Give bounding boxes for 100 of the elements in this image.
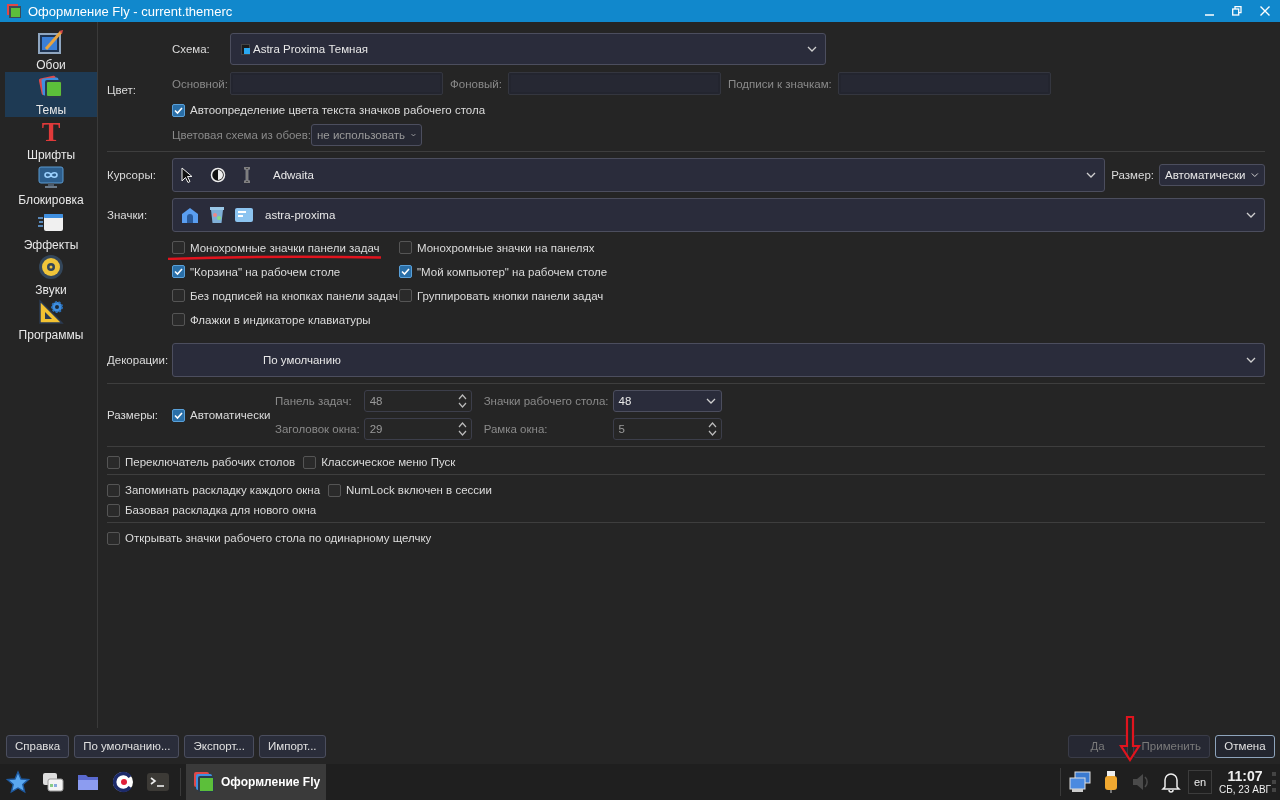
- checkbox-label: Монохромные значки панели задач: [190, 241, 380, 254]
- usb-drive-icon: [1104, 770, 1118, 794]
- checkbox[interactable]: [172, 313, 185, 326]
- field-label: Декорации:: [107, 354, 170, 366]
- terminal-icon: [145, 770, 170, 794]
- checkbox-label: Автоопределение цвета текста значков рабочего стола: [190, 104, 486, 116]
- field-label: Рамка окна:: [482, 423, 549, 435]
- sidebar-item[interactable]: Программы: [5, 297, 97, 342]
- arrow-cursor-icon: [181, 167, 193, 183]
- checkbox[interactable]: [399, 265, 412, 278]
- checkbox[interactable]: [172, 265, 185, 278]
- field-label: Заголовок окна:: [275, 423, 360, 435]
- window-title: Оформление Fly - current.themerc: [28, 3, 233, 19]
- field-label: Схема:: [172, 43, 211, 55]
- grip-icon: [1272, 770, 1276, 794]
- checkbox[interactable]: [328, 483, 342, 497]
- language-indicator[interactable]: en: [1188, 770, 1212, 794]
- chevron-down-icon: [411, 132, 416, 138]
- sidebar-item[interactable]: Темы: [5, 72, 97, 117]
- field-label: Курсоры:: [107, 169, 157, 181]
- chevron-down-icon: [1086, 172, 1097, 178]
- checkbox[interactable]: [107, 531, 120, 545]
- dialog-button[interactable]: По умолчанию...: [74, 734, 180, 758]
- dialog-button[interactable]: Импорт...: [259, 734, 326, 758]
- checkbox[interactable]: [172, 408, 185, 422]
- windows-icon: [40, 770, 65, 794]
- checkbox-label: Открывать значки рабочего стола по одинарному щелчку: [125, 532, 432, 544]
- checkbox-label: Группировать кнопки панели задач: [417, 289, 604, 302]
- checkbox-label: "Корзина" на рабочем столе: [190, 265, 341, 278]
- trash-icon: [209, 206, 225, 224]
- dialog-button[interactable]: Экспорт...: [184, 734, 254, 758]
- dialog-button[interactable]: Отмена: [1215, 734, 1275, 758]
- chevron-down-icon: [1246, 212, 1256, 218]
- field-label: Значки рабочего стола:: [482, 395, 609, 407]
- star-icon: [5, 770, 30, 794]
- dropdown[interactable]: 48: [612, 390, 722, 412]
- up-down-arrows-icon: [457, 421, 467, 437]
- ruler-gear-icon: [37, 297, 65, 326]
- busy-cursor-icon: [210, 167, 226, 183]
- checkbox[interactable]: [107, 483, 120, 497]
- dropdown[interactable]: По умолчанию: [172, 343, 1265, 377]
- sidebar-item[interactable]: Эффекты: [5, 207, 97, 252]
- bell-icon: [1161, 771, 1181, 793]
- checkbox-label: Базовая раскладка для нового окна: [125, 504, 317, 516]
- checkbox-label: "Мой компьютер" на рабочем столе: [417, 265, 608, 278]
- checkbox-label: Флажки в индикаторе клавиатуры: [190, 313, 371, 326]
- checkbox[interactable]: [172, 241, 185, 254]
- checkbox-label: NumLock включен в сессии: [346, 484, 492, 496]
- dropdown[interactable]: Автоматически: [1159, 164, 1265, 186]
- chevron-down-icon: [1251, 172, 1259, 178]
- field-label: Панель задач:: [275, 395, 353, 407]
- text-cursor-icon: [243, 167, 251, 183]
- dropdown[interactable]: Adwaita: [172, 158, 1106, 192]
- checkbox[interactable]: [172, 103, 185, 117]
- checkbox[interactable]: [399, 289, 412, 302]
- section-label: Цвет:: [107, 83, 137, 96]
- restore-icon: [1232, 6, 1242, 16]
- painting-icon: [37, 27, 65, 56]
- checkbox-label: Автоматически: [190, 409, 271, 421]
- sidebar-item[interactable]: Блокировка: [5, 162, 97, 207]
- home-folder-icon: [181, 206, 199, 224]
- clock-time: 11:07: [1227, 768, 1263, 784]
- checkbox[interactable]: [399, 241, 412, 254]
- sidebar-item[interactable]: Обои: [5, 27, 97, 72]
- field-label: Цветовая схема из обоев:: [172, 129, 311, 141]
- checkbox[interactable]: [107, 503, 120, 517]
- dropdown[interactable]: Astra Proxima Темная: [230, 33, 826, 65]
- window-icon: [235, 208, 253, 222]
- color-swatch-icon: [241, 43, 250, 55]
- up-down-arrows-icon: [707, 421, 717, 437]
- sidebar-item[interactable]: Звуки: [5, 252, 97, 297]
- chevron-down-icon: [705, 398, 716, 404]
- dropdown[interactable]: astra-proxima: [172, 198, 1265, 232]
- chevron-down-icon: [1246, 357, 1256, 363]
- field-label: Основной:: [172, 77, 229, 90]
- chevron-down-icon: [807, 46, 817, 52]
- serif-t-icon: T: [41, 117, 61, 146]
- speaker-icon: [1131, 772, 1151, 792]
- field-label: Значки:: [107, 209, 149, 221]
- checkbox[interactable]: [172, 289, 185, 302]
- app-icon: [6, 3, 22, 19]
- field-label: Фоновый:: [449, 77, 503, 90]
- checkbox-label: Запоминать раскладку каждого окна: [125, 484, 321, 496]
- checkbox-label: Классическое меню Пуск: [321, 456, 456, 468]
- field-label: Размеры:: [107, 409, 159, 421]
- up-down-arrows-icon: [457, 393, 467, 409]
- field-label: Подписи к значкам:: [726, 77, 833, 90]
- dialog-button[interactable]: Справка: [6, 734, 70, 758]
- speaker-icon: [37, 252, 65, 281]
- checkbox-label: Переключатель рабочих столов: [125, 456, 296, 468]
- checkbox-label: Без подписей на кнопках панели задач: [190, 289, 399, 302]
- clock-date: СБ, 23 АВГ: [1219, 783, 1271, 796]
- checkbox[interactable]: [303, 455, 317, 469]
- checkbox[interactable]: [107, 455, 120, 469]
- close-icon: [1260, 6, 1270, 16]
- minimize-icon: [1204, 14, 1214, 16]
- sidebar-item[interactable]: T Шрифты: [5, 117, 97, 162]
- stacked-cards-icon: [192, 770, 216, 794]
- checkbox-label: Монохромные значки на панелях: [417, 241, 595, 254]
- taskbar-task[interactable]: Оформление Fly: [186, 764, 327, 800]
